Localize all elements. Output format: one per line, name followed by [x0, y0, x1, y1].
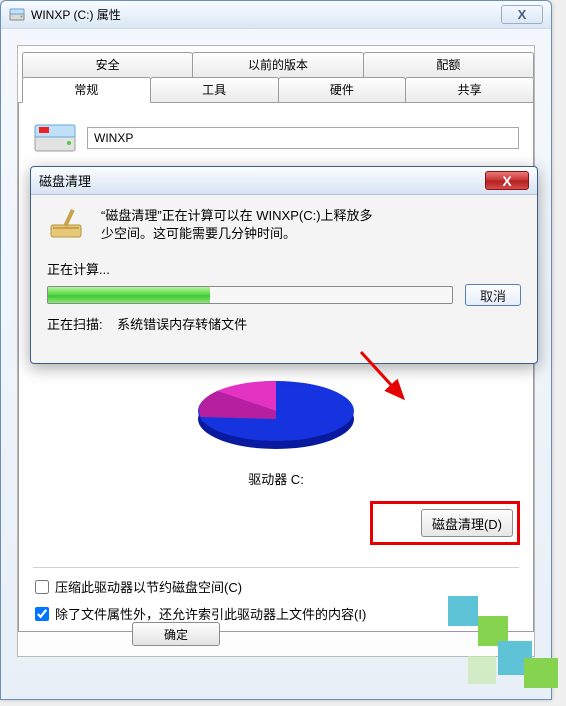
checkbox-index[interactable]: 除了文件属性外，还允许索引此驱动器上文件的内容(I) — [35, 604, 519, 623]
drive-icon — [9, 7, 25, 23]
scanning-row: 正在扫描: 系统错误内存转储文件 — [47, 314, 521, 333]
progress-bar — [47, 286, 453, 304]
divider — [33, 567, 519, 568]
titlebar[interactable]: WINXP (C:) 属性 X — [1, 1, 551, 29]
checkbox-index-input[interactable] — [35, 607, 49, 621]
tab-hardware[interactable]: 硬件 — [278, 77, 407, 103]
scanning-value: 系统错误内存转储文件 — [117, 317, 247, 332]
disk-cleanup-dialog: 磁盘清理 X “磁盘清理”正在计算可以在 WINXP(C:)上释放多 少空间。这… — [30, 166, 538, 364]
disk-cleanup-button[interactable]: 磁盘清理(D) — [421, 509, 513, 537]
checkbox-compress-input[interactable] — [35, 580, 49, 594]
tab-security[interactable]: 安全 — [22, 52, 193, 78]
tab-sharing[interactable]: 共享 — [405, 77, 534, 103]
disk-usage-pie-icon — [191, 369, 361, 459]
modal-body: “磁盘清理”正在计算可以在 WINXP(C:)上释放多 少空间。这可能需要几分钟… — [31, 195, 537, 343]
tabs-row-2: 常规 工具 硬件 共享 — [18, 77, 534, 103]
modal-message: “磁盘清理”正在计算可以在 WINXP(C:)上释放多 少空间。这可能需要几分钟… — [101, 207, 373, 243]
window-title: WINXP (C:) 属性 — [31, 6, 121, 23]
drive-large-icon — [33, 121, 77, 155]
tab-general[interactable]: 常规 — [22, 77, 151, 103]
modal-titlebar[interactable]: 磁盘清理 X — [31, 167, 537, 195]
scanning-label: 正在扫描: — [47, 317, 103, 332]
checkbox-index-label: 除了文件属性外，还允许索引此驱动器上文件的内容(I) — [55, 604, 366, 623]
tab-previous-versions[interactable]: 以前的版本 — [192, 52, 363, 78]
modal-cancel-button[interactable]: 取消 — [465, 284, 521, 306]
drive-row — [33, 117, 519, 169]
progress-fill — [48, 287, 210, 303]
checkbox-compress[interactable]: 压缩此驱动器以节约磁盘空间(C) — [35, 577, 519, 596]
calculating-label: 正在计算... — [47, 259, 521, 278]
drive-name-input[interactable] — [87, 127, 519, 149]
tabs-row-1: 安全 以前的版本 配额 — [18, 52, 534, 78]
tab-quota[interactable]: 配额 — [363, 52, 534, 78]
broom-icon — [47, 207, 89, 241]
pie-chart-area: 驱动器 C: — [33, 369, 519, 488]
modal-close-button[interactable]: X — [485, 171, 529, 190]
ok-button[interactable]: 确定 — [132, 622, 220, 646]
tab-tools[interactable]: 工具 — [150, 77, 279, 103]
window-close-button[interactable]: X — [501, 5, 543, 24]
checkbox-compress-label: 压缩此驱动器以节约磁盘空间(C) — [55, 577, 242, 596]
dialog-buttons: 确定 — [18, 622, 534, 646]
drive-label: 驱动器 C: — [248, 469, 304, 488]
modal-title: 磁盘清理 — [39, 171, 91, 190]
